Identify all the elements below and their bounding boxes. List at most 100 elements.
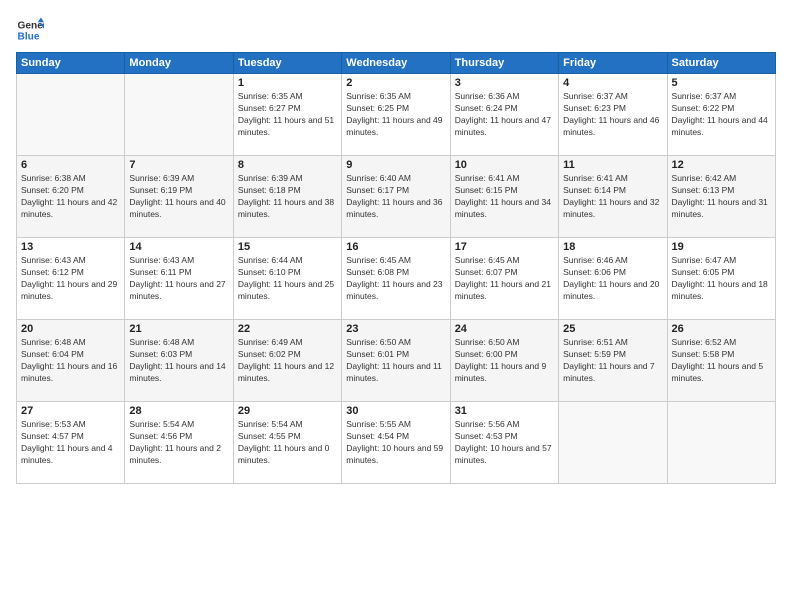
weekday-header-thursday: Thursday — [450, 53, 558, 74]
calendar-table: SundayMondayTuesdayWednesdayThursdayFrid… — [16, 52, 776, 484]
day-info: Sunrise: 6:41 AM Sunset: 6:15 PM Dayligh… — [455, 173, 554, 221]
calendar-cell: 12 Sunrise: 6:42 AM Sunset: 6:13 PM Dayli… — [667, 156, 775, 238]
day-info: Sunrise: 6:37 AM Sunset: 6:22 PM Dayligh… — [672, 91, 771, 139]
day-info: Sunrise: 6:49 AM Sunset: 6:02 PM Dayligh… — [238, 337, 337, 385]
day-info: Sunrise: 6:43 AM Sunset: 6:12 PM Dayligh… — [21, 255, 120, 303]
calendar-cell: 24Sunrise: 6:50 AM Sunset: 6:00 PM Dayli… — [450, 320, 558, 402]
calendar-cell: 17Sunrise: 6:45 AM Sunset: 6:07 PM Dayli… — [450, 238, 558, 320]
day-info: Sunrise: 5:53 AM Sunset: 4:57 PM Dayligh… — [21, 419, 120, 467]
calendar-cell: 9Sunrise: 6:40 AM Sunset: 6:17 PM Daylig… — [342, 156, 450, 238]
calendar-cell — [559, 402, 667, 484]
calendar-cell: 11 Sunrise: 6:41 AM Sunset: 6:14 PM Dayli… — [559, 156, 667, 238]
day-number: 24 — [455, 323, 554, 335]
calendar-cell: 22 Sunrise: 6:49 AM Sunset: 6:02 PM Dayli… — [233, 320, 341, 402]
week-row-1: 1 Sunrise: 6:35 AM Sunset: 6:27 PM Daylig… — [17, 74, 776, 156]
day-info: Sunrise: 6:35 AM Sunset: 6:25 PM Dayligh… — [346, 91, 445, 139]
day-info: Sunrise: 6:48 AM Sunset: 6:03 PM Dayligh… — [129, 337, 228, 385]
day-number: 11 — [563, 159, 662, 171]
calendar-cell — [17, 74, 125, 156]
calendar-cell: 31 Sunrise: 5:56 AM Sunset: 4:53 PM Dayli… — [450, 402, 558, 484]
day-number: 8 — [238, 159, 337, 171]
day-number: 26 — [672, 323, 771, 335]
day-number: 6 — [21, 159, 120, 171]
day-number: 20 — [21, 323, 120, 335]
day-info: Sunrise: 5:54 AM Sunset: 4:56 PM Dayligh… — [129, 419, 228, 467]
day-info: Sunrise: 6:42 AM Sunset: 6:13 PM Dayligh… — [672, 173, 771, 221]
day-number: 2 — [346, 77, 445, 89]
logo-icon: General Blue — [16, 16, 44, 44]
logo: General Blue — [16, 16, 44, 44]
calendar-cell: 29 Sunrise: 5:54 AM Sunset: 4:55 PM Dayli… — [233, 402, 341, 484]
day-info: Sunrise: 5:54 AM Sunset: 4:55 PM Dayligh… — [238, 419, 337, 467]
weekday-header-friday: Friday — [559, 53, 667, 74]
day-number: 31 — [455, 405, 554, 417]
day-number: 4 — [563, 77, 662, 89]
svg-text:Blue: Blue — [18, 31, 40, 42]
calendar-cell: 13 Sunrise: 6:43 AM Sunset: 6:12 PM Dayli… — [17, 238, 125, 320]
calendar-cell: 5 Sunrise: 6:37 AM Sunset: 6:22 PM Daylig… — [667, 74, 775, 156]
calendar-cell: 15 Sunrise: 6:44 AM Sunset: 6:10 PM Dayli… — [233, 238, 341, 320]
day-number: 14 — [129, 241, 228, 253]
day-number: 25 — [563, 323, 662, 335]
day-info: Sunrise: 6:40 AM Sunset: 6:17 PM Dayligh… — [346, 173, 445, 221]
day-number: 7 — [129, 159, 228, 171]
day-number: 29 — [238, 405, 337, 417]
week-row-5: 27 Sunrise: 5:53 AM Sunset: 4:57 PM Dayli… — [17, 402, 776, 484]
day-number: 27 — [21, 405, 120, 417]
calendar-cell: 4 Sunrise: 6:37 AM Sunset: 6:23 PM Daylig… — [559, 74, 667, 156]
day-info: Sunrise: 6:36 AM Sunset: 6:24 PM Dayligh… — [455, 91, 554, 139]
day-info: Sunrise: 6:35 AM Sunset: 6:27 PM Dayligh… — [238, 91, 337, 139]
day-info: Sunrise: 6:41 AM Sunset: 6:14 PM Dayligh… — [563, 173, 662, 221]
day-info: Sunrise: 6:39 AM Sunset: 6:18 PM Dayligh… — [238, 173, 337, 221]
day-number: 28 — [129, 405, 228, 417]
day-number: 15 — [238, 241, 337, 253]
calendar-cell: 30 Sunrise: 5:55 AM Sunset: 4:54 PM Dayli… — [342, 402, 450, 484]
day-info: Sunrise: 6:45 AM Sunset: 6:07 PM Dayligh… — [455, 255, 554, 303]
calendar-page: General Blue SundayMondayTuesdayWednesda… — [0, 0, 792, 612]
day-number: 21 — [129, 323, 228, 335]
calendar-cell: 16Sunrise: 6:45 AM Sunset: 6:08 PM Dayli… — [342, 238, 450, 320]
day-number: 19 — [672, 241, 771, 253]
day-number: 1 — [238, 77, 337, 89]
calendar-cell: 10 Sunrise: 6:41 AM Sunset: 6:15 PM Dayli… — [450, 156, 558, 238]
calendar-cell: 21 Sunrise: 6:48 AM Sunset: 6:03 PM Dayli… — [125, 320, 233, 402]
day-number: 22 — [238, 323, 337, 335]
day-info: Sunrise: 6:43 AM Sunset: 6:11 PM Dayligh… — [129, 255, 228, 303]
day-info: Sunrise: 6:44 AM Sunset: 6:10 PM Dayligh… — [238, 255, 337, 303]
day-info: Sunrise: 6:47 AM Sunset: 6:05 PM Dayligh… — [672, 255, 771, 303]
week-row-3: 13 Sunrise: 6:43 AM Sunset: 6:12 PM Dayli… — [17, 238, 776, 320]
weekday-header-saturday: Saturday — [667, 53, 775, 74]
day-info: Sunrise: 6:51 AM Sunset: 5:59 PM Dayligh… — [563, 337, 662, 385]
calendar-cell: 26Sunrise: 6:52 AM Sunset: 5:58 PM Dayli… — [667, 320, 775, 402]
day-number: 23 — [346, 323, 445, 335]
calendar-cell: 27 Sunrise: 5:53 AM Sunset: 4:57 PM Dayli… — [17, 402, 125, 484]
calendar-cell — [667, 402, 775, 484]
calendar-cell: 3 Sunrise: 6:36 AM Sunset: 6:24 PM Daylig… — [450, 74, 558, 156]
calendar-cell: 8 Sunrise: 6:39 AM Sunset: 6:18 PM Daylig… — [233, 156, 341, 238]
day-info: Sunrise: 6:37 AM Sunset: 6:23 PM Dayligh… — [563, 91, 662, 139]
day-number: 16 — [346, 241, 445, 253]
calendar-cell: 19 Sunrise: 6:47 AM Sunset: 6:05 PM Dayli… — [667, 238, 775, 320]
calendar-cell: 6 Sunrise: 6:38 AM Sunset: 6:20 PM Daylig… — [17, 156, 125, 238]
calendar-cell — [125, 74, 233, 156]
day-number: 13 — [21, 241, 120, 253]
calendar-cell: 20Sunrise: 6:48 AM Sunset: 6:04 PM Dayli… — [17, 320, 125, 402]
weekday-header-row: SundayMondayTuesdayWednesdayThursdayFrid… — [17, 53, 776, 74]
day-number: 3 — [455, 77, 554, 89]
calendar-cell: 18 Sunrise: 6:46 AM Sunset: 6:06 PM Dayli… — [559, 238, 667, 320]
day-number: 12 — [672, 159, 771, 171]
calendar-cell: 23Sunrise: 6:50 AM Sunset: 6:01 PM Dayli… — [342, 320, 450, 402]
day-info: Sunrise: 5:56 AM Sunset: 4:53 PM Dayligh… — [455, 419, 554, 467]
week-row-4: 20Sunrise: 6:48 AM Sunset: 6:04 PM Dayli… — [17, 320, 776, 402]
day-info: Sunrise: 6:46 AM Sunset: 6:06 PM Dayligh… — [563, 255, 662, 303]
weekday-header-tuesday: Tuesday — [233, 53, 341, 74]
day-number: 5 — [672, 77, 771, 89]
calendar-cell: 7Sunrise: 6:39 AM Sunset: 6:19 PM Daylig… — [125, 156, 233, 238]
weekday-header-wednesday: Wednesday — [342, 53, 450, 74]
day-number: 30 — [346, 405, 445, 417]
day-info: Sunrise: 5:55 AM Sunset: 4:54 PM Dayligh… — [346, 419, 445, 467]
day-info: Sunrise: 6:38 AM Sunset: 6:20 PM Dayligh… — [21, 173, 120, 221]
day-number: 18 — [563, 241, 662, 253]
calendar-cell: 14 Sunrise: 6:43 AM Sunset: 6:11 PM Dayli… — [125, 238, 233, 320]
day-number: 10 — [455, 159, 554, 171]
